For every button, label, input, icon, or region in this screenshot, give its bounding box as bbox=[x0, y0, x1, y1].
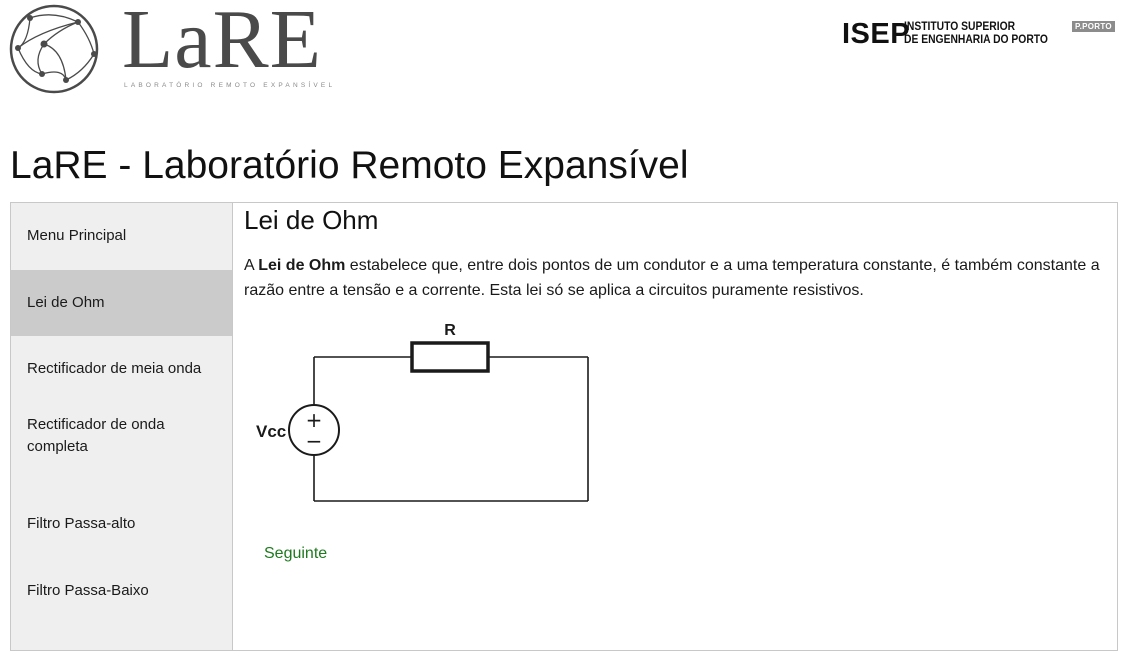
description-paragraph: A Lei de Ohm estabelece que, entre dois … bbox=[244, 253, 1110, 303]
pporto-badge: P.PORTO bbox=[1072, 21, 1115, 32]
paragraph-bold-term: Lei de Ohm bbox=[258, 257, 346, 274]
section-heading: Lei de Ohm bbox=[244, 205, 379, 235]
sidebar-item-rectificador-onda-completa[interactable]: Rectificador de onda completa bbox=[11, 403, 232, 469]
source-label: Vcc bbox=[256, 422, 286, 441]
lare-logo-wordmark: LaRE bbox=[122, 0, 322, 86]
network-logo-icon bbox=[9, 4, 99, 94]
sidebar-item-menu-principal[interactable]: Menu Principal bbox=[11, 203, 232, 269]
source-minus-sign: − bbox=[306, 429, 323, 453]
lare-logo: LaRE LABORATÓRIO REMOTO EXPANSÍVEL bbox=[8, 0, 348, 94]
isep-name-line2: DE ENGENHARIA DO PORTO bbox=[904, 32, 1048, 46]
sidebar-item-rectificador-meia-onda[interactable]: Rectificador de meia onda bbox=[11, 336, 232, 402]
sidebar: Menu Principal Lei de Ohm Rectificador d… bbox=[11, 203, 233, 650]
isep-logo-abbr: ISEP bbox=[842, 18, 911, 50]
main-frame: Menu Principal Lei de Ohm Rectificador d… bbox=[10, 202, 1118, 651]
resistor-symbol bbox=[410, 341, 490, 373]
page-title: LaRE - Laboratório Remoto Expansível bbox=[10, 144, 689, 187]
sidebar-item-filtro-passa-baixo[interactable]: Filtro Passa-Baixo bbox=[11, 558, 232, 624]
next-link[interactable]: Seguinte bbox=[264, 545, 327, 563]
lare-logo-subtitle: LABORATÓRIO REMOTO EXPANSÍVEL bbox=[124, 82, 336, 89]
paragraph-start: A bbox=[244, 257, 259, 274]
paragraph-rest: estabelece que, entre dois pontos de um … bbox=[244, 257, 1100, 299]
ohm-circuit-diagram: R + − Vcc bbox=[256, 322, 589, 502]
resistor-label: R bbox=[444, 322, 456, 339]
isep-logo-name: INSTITUTO SUPERIOR DE ENGENHARIA DO PORT… bbox=[904, 20, 1048, 46]
sidebar-item-filtro-passa-alto[interactable]: Filtro Passa-alto bbox=[11, 491, 232, 557]
sidebar-item-lei-de-ohm[interactable]: Lei de Ohm bbox=[11, 270, 232, 336]
